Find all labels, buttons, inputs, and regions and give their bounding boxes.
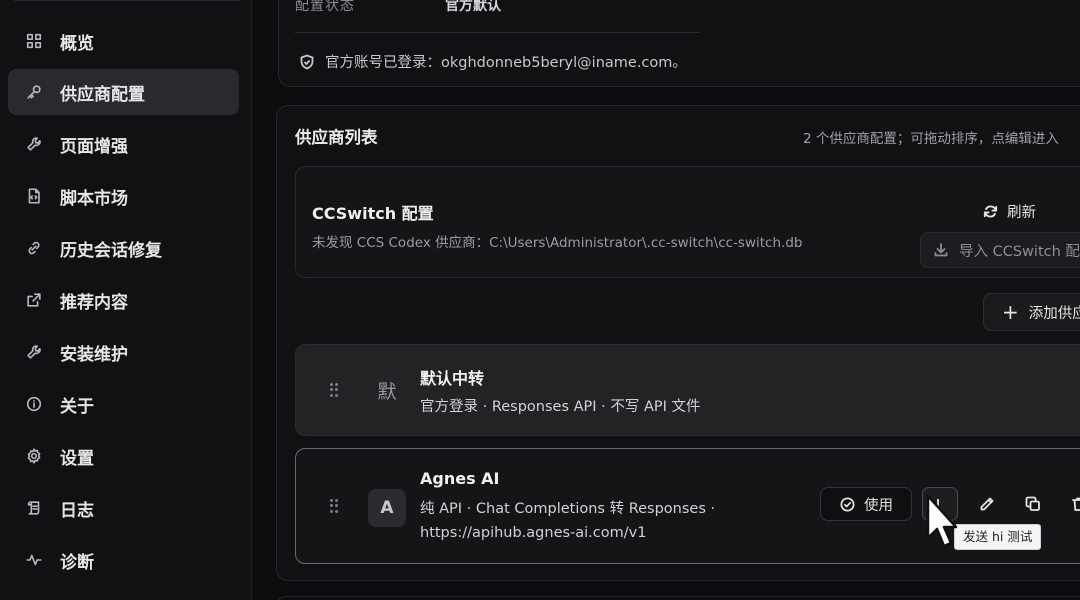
download-icon — [934, 243, 948, 257]
sidebar-item-label: 日志 — [60, 500, 94, 521]
sidebar-item-overview[interactable]: 概览 — [8, 18, 239, 64]
sidebar-item-label: 诊断 — [60, 552, 94, 573]
sidebar-divider — [14, 0, 239, 1]
wrench-icon — [24, 134, 44, 154]
sidebar-item-label: 设置 — [60, 448, 94, 469]
account-status-card: 配置状态 官方默认 官方账号已登录：okghdonneb5beryl@iname… — [278, 0, 1080, 87]
sidebar-item-page-enhance[interactable]: 页面增强 — [8, 121, 239, 167]
sidebar-item-provider-config[interactable]: 供应商配置 — [8, 69, 239, 115]
add-provider-button[interactable]: + 添加供应商 — [983, 293, 1080, 331]
login-status-text: 官方账号已登录：okghdonneb5beryl@iname.com。 — [325, 55, 687, 71]
key-icon — [24, 82, 44, 102]
sidebar-item-install[interactable]: 安装维护 — [8, 329, 239, 375]
sidebar-item-label: 供应商配置 — [60, 84, 145, 105]
next-card-edge — [276, 596, 1080, 600]
add-provider-label: 添加供应商 — [1028, 305, 1080, 322]
mouse-cursor-icon — [926, 494, 958, 548]
provider-list-hint: 2 个供应商配置；可拖动排序，点编辑进入 — [803, 131, 1059, 147]
drag-handle-icon[interactable] — [330, 383, 338, 397]
edit-provider-button[interactable] — [976, 493, 998, 515]
provider-name: 默认中转 — [420, 369, 485, 388]
copy-provider-button[interactable] — [1022, 493, 1044, 515]
send-test-tooltip: 发送 hi 测试 — [954, 524, 1042, 550]
import-ccswitch-button[interactable]: 导入 CCSwitch 配置 — [920, 232, 1080, 268]
ccswitch-config-card: CCSwitch 配置 未发现 CCS Codex 供应商：C:\Users\A… — [295, 166, 1080, 278]
sidebar-item-label: 脚本市场 — [60, 188, 128, 209]
provider-name: Agnes AI — [420, 469, 500, 488]
provider-description: 纯 API · Chat Completions 转 Responses · h… — [420, 501, 716, 541]
trash-icon — [1072, 497, 1080, 511]
config-status-value: 官方默认 — [445, 0, 501, 14]
sidebar-item-label: 页面增强 — [60, 136, 128, 157]
provider-list-title: 供应商列表 — [295, 128, 378, 147]
sidebar-item-label: 历史会话修复 — [60, 240, 162, 261]
provider-avatar: 默 — [377, 380, 397, 403]
sidebar-item-label: 安装维护 — [60, 344, 128, 365]
grid-icon — [24, 31, 44, 51]
sidebar-item-recommended[interactable]: 推荐内容 — [8, 277, 239, 323]
refresh-label: 刷新 — [1007, 205, 1036, 221]
provider-row-default[interactable]: 默 默认中转 官方登录 · Responses API · 不写 API 文件 — [295, 344, 1080, 436]
provider-description: 官方登录 · Responses API · 不写 API 文件 — [420, 399, 701, 415]
check-circle-icon — [840, 497, 855, 511]
info-icon — [24, 394, 44, 414]
delete-provider-button[interactable] — [1068, 493, 1080, 515]
shield-check-icon — [299, 54, 315, 70]
sidebar-item-diagnostics[interactable]: 诊断 — [8, 537, 239, 583]
ccswitch-title: CCSwitch 配置 — [312, 204, 434, 223]
external-link-icon — [24, 290, 44, 310]
sidebar: 概览 供应商配置 页面增强 脚本市场 历史会话修复 推荐内容 安装维护 关于 设… — [0, 0, 252, 600]
link-icon — [24, 238, 44, 258]
drag-handle-icon[interactable] — [330, 499, 338, 513]
gear-icon — [24, 446, 44, 466]
ccswitch-description: 未发现 CCS Codex 供应商：C:\Users\Administrator… — [312, 235, 803, 251]
sidebar-item-label: 推荐内容 — [60, 292, 128, 313]
config-status-label: 配置状态 — [295, 0, 355, 14]
sidebar-item-logs[interactable]: 日志 — [8, 485, 239, 531]
use-provider-button[interactable]: 使用 — [820, 487, 912, 521]
refresh-icon — [983, 205, 998, 218]
provider-avatar: A — [368, 489, 406, 527]
login-status: 官方账号已登录：okghdonneb5beryl@iname.com。 — [299, 51, 687, 72]
pencil-icon — [980, 497, 994, 511]
sidebar-item-about[interactable]: 关于 — [8, 381, 239, 427]
import-label: 导入 CCSwitch 配置 — [959, 243, 1080, 260]
wrench-icon — [24, 342, 44, 362]
use-label: 使用 — [864, 497, 893, 514]
copy-icon — [1025, 496, 1040, 511]
scroll-icon — [24, 498, 44, 518]
divider — [295, 32, 699, 33]
refresh-button[interactable]: 刷新 — [982, 201, 1036, 222]
sidebar-item-script-market[interactable]: 脚本市场 — [8, 173, 239, 219]
sidebar-item-label: 概览 — [60, 33, 94, 54]
activity-icon — [24, 550, 44, 570]
sidebar-item-label: 关于 — [60, 396, 94, 417]
sidebar-item-session-repair[interactable]: 历史会话修复 — [8, 225, 239, 271]
script-file-icon — [24, 186, 44, 206]
sidebar-item-settings[interactable]: 设置 — [8, 433, 239, 479]
plus-icon: + — [1002, 300, 1019, 324]
